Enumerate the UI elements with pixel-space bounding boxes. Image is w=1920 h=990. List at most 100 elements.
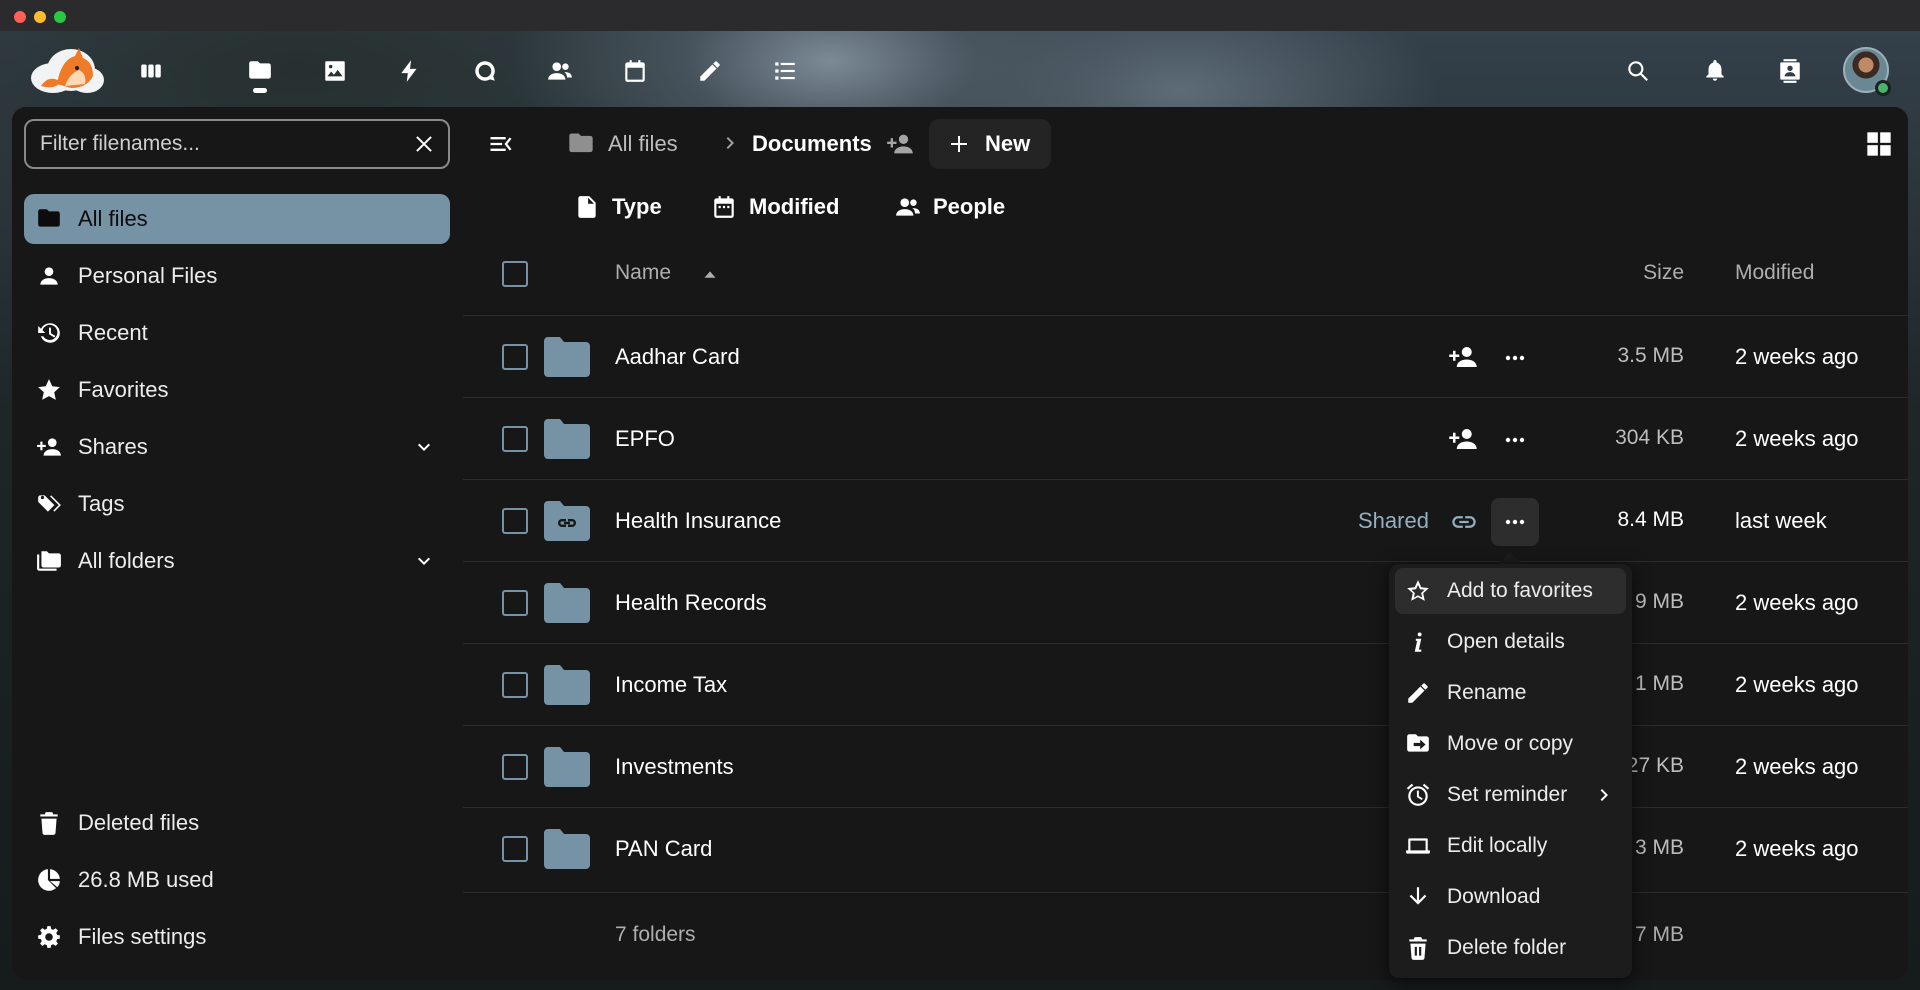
tasks-icon[interactable]	[770, 56, 800, 86]
table-row[interactable]: EPFO 304 KB 2 weeks ago	[463, 397, 1908, 479]
files-icon[interactable]	[245, 56, 275, 86]
folder-icon	[544, 419, 590, 459]
search-icon[interactable]	[1623, 56, 1653, 86]
sidebar-item-favorites[interactable]: Favorites	[24, 365, 450, 415]
menu-item-set-reminder[interactable]: Set reminder	[1395, 772, 1626, 818]
row-checkbox[interactable]	[502, 672, 528, 698]
table-row[interactable]: Aadhar Card 3.5 MB 2 weeks ago	[463, 315, 1908, 397]
chevron-down-icon[interactable]	[412, 435, 436, 459]
menu-item-open-details[interactable]: Open details	[1395, 619, 1626, 665]
row-checkbox[interactable]	[502, 508, 528, 534]
contacts-menu-icon[interactable]	[1775, 56, 1805, 86]
share-icon[interactable]	[1448, 424, 1478, 454]
folder-icon	[544, 665, 590, 705]
table-row[interactable]: Income Tax 1 MB 2 weeks ago	[463, 643, 1908, 725]
more-actions-icon[interactable]	[1491, 334, 1539, 382]
storage-quota[interactable]: 26.8 MB used	[24, 855, 450, 905]
photos-icon[interactable]	[320, 56, 350, 86]
file-name[interactable]: Health Records	[615, 590, 767, 616]
filter-filenames-field[interactable]	[24, 119, 450, 169]
chart-pie-icon	[36, 867, 62, 893]
row-checkbox[interactable]	[502, 426, 528, 452]
more-actions-icon[interactable]	[1491, 498, 1539, 546]
file-name[interactable]: Health Insurance	[615, 508, 781, 534]
chevron-down-icon[interactable]	[412, 549, 436, 573]
menu-item-label: Rename	[1447, 681, 1527, 704]
row-checkbox[interactable]	[502, 836, 528, 862]
menu-item-label: Set reminder	[1447, 783, 1568, 806]
file-name[interactable]: PAN Card	[615, 836, 712, 862]
select-all-checkbox[interactable]	[502, 261, 528, 287]
menu-item-move-or-copy[interactable]: Move or copy	[1395, 721, 1626, 767]
sidebar: All files Personal Files Recent Favorite…	[12, 107, 463, 980]
new-button[interactable]: New	[929, 119, 1051, 169]
shared-label[interactable]: Shared	[1358, 508, 1429, 534]
menu-item-download[interactable]: Download	[1395, 874, 1626, 920]
column-header-name[interactable]: Name	[615, 261, 671, 285]
menu-item-delete-folder[interactable]: Delete folder	[1395, 925, 1626, 971]
sidebar-item-shares[interactable]: Shares	[24, 422, 450, 472]
sidebar-item-label: Personal Files	[78, 263, 218, 288]
file-modified: 2 weeks ago	[1735, 590, 1859, 615]
nextcloud-logo-icon[interactable]	[27, 44, 107, 96]
filter-people-button[interactable]: People	[895, 187, 1005, 227]
notes-icon[interactable]	[695, 56, 725, 86]
link-icon[interactable]	[1450, 508, 1478, 536]
file-size: 304 KB	[1615, 426, 1684, 449]
filter-modified-button[interactable]: Modified	[711, 187, 839, 227]
filter-filenames-input[interactable]	[40, 121, 400, 167]
row-checkbox[interactable]	[502, 754, 528, 780]
more-actions-icon[interactable]	[1491, 416, 1539, 464]
menu-item-rename[interactable]: Rename	[1395, 670, 1626, 716]
table-row[interactable]: Health Records 9 MB 2 weeks ago	[463, 561, 1908, 643]
menu-item-add-to-favorites[interactable]: Add to favorites	[1395, 568, 1626, 614]
toggle-sidebar-icon[interactable]	[487, 130, 515, 158]
breadcrumb-all-files[interactable]: All files	[608, 131, 678, 157]
file-name[interactable]: Income Tax	[615, 672, 727, 698]
filter-type-button[interactable]: Type	[574, 187, 662, 227]
column-header-modified[interactable]: Modified	[1735, 261, 1814, 285]
dashboard-icon[interactable]	[136, 56, 166, 86]
sidebar-item-all-folders[interactable]: All folders	[24, 536, 450, 586]
file-name[interactable]: Aadhar Card	[615, 344, 740, 370]
table-row[interactable]: PAN Card 3 MB 2 weeks ago	[463, 807, 1908, 889]
star-outline-icon	[1405, 578, 1431, 604]
row-checkbox[interactable]	[502, 344, 528, 370]
minimize-window-button[interactable]	[34, 11, 46, 23]
file-modified: 2 weeks ago	[1735, 344, 1859, 369]
close-window-button[interactable]	[14, 11, 26, 23]
talk-icon[interactable]	[470, 56, 500, 86]
sidebar-item-label: Shares	[78, 434, 148, 459]
file-size: 27 KB	[1626, 754, 1684, 777]
grid-view-icon[interactable]	[1865, 130, 1893, 158]
sidebar-item-all-files[interactable]: All files	[24, 194, 450, 244]
contacts-icon[interactable]	[545, 56, 575, 86]
sidebar-item-files-settings[interactable]: Files settings	[24, 912, 450, 962]
menu-item-edit-locally[interactable]: Edit locally	[1395, 823, 1626, 869]
table-row[interactable]: Health Insurance Shared 8.4 MB last week	[463, 479, 1908, 561]
breadcrumb-documents[interactable]: Documents	[752, 131, 872, 157]
sidebar-item-personal-files[interactable]: Personal Files	[24, 251, 450, 301]
clear-filter-icon[interactable]	[412, 132, 436, 156]
share-icon[interactable]	[1448, 342, 1478, 372]
file-size: 9 MB	[1634, 590, 1684, 613]
table-row[interactable]: Investments 27 KB 2 weeks ago	[463, 725, 1908, 807]
file-modified: 2 weeks ago	[1735, 754, 1859, 779]
sidebar-item-deleted-files[interactable]: Deleted files	[24, 798, 450, 848]
share-icon	[36, 434, 62, 460]
share-folder-icon[interactable]	[886, 130, 914, 158]
sort-ascending-icon[interactable]	[699, 264, 721, 286]
file-modified: 2 weeks ago	[1735, 426, 1859, 451]
sidebar-item-label: Files settings	[78, 924, 207, 949]
maximize-window-button[interactable]	[54, 11, 66, 23]
sidebar-item-recent[interactable]: Recent	[24, 308, 450, 358]
row-checkbox[interactable]	[502, 590, 528, 616]
column-header-size[interactable]: Size	[1643, 261, 1684, 285]
calendar-icon[interactable]	[620, 56, 650, 86]
file-name[interactable]: Investments	[615, 754, 734, 780]
file-name[interactable]: EPFO	[615, 426, 675, 452]
sidebar-item-tags[interactable]: Tags	[24, 479, 450, 529]
activity-icon[interactable]	[395, 56, 425, 86]
notifications-icon[interactable]	[1700, 56, 1730, 86]
folder-move-icon	[1405, 731, 1431, 757]
